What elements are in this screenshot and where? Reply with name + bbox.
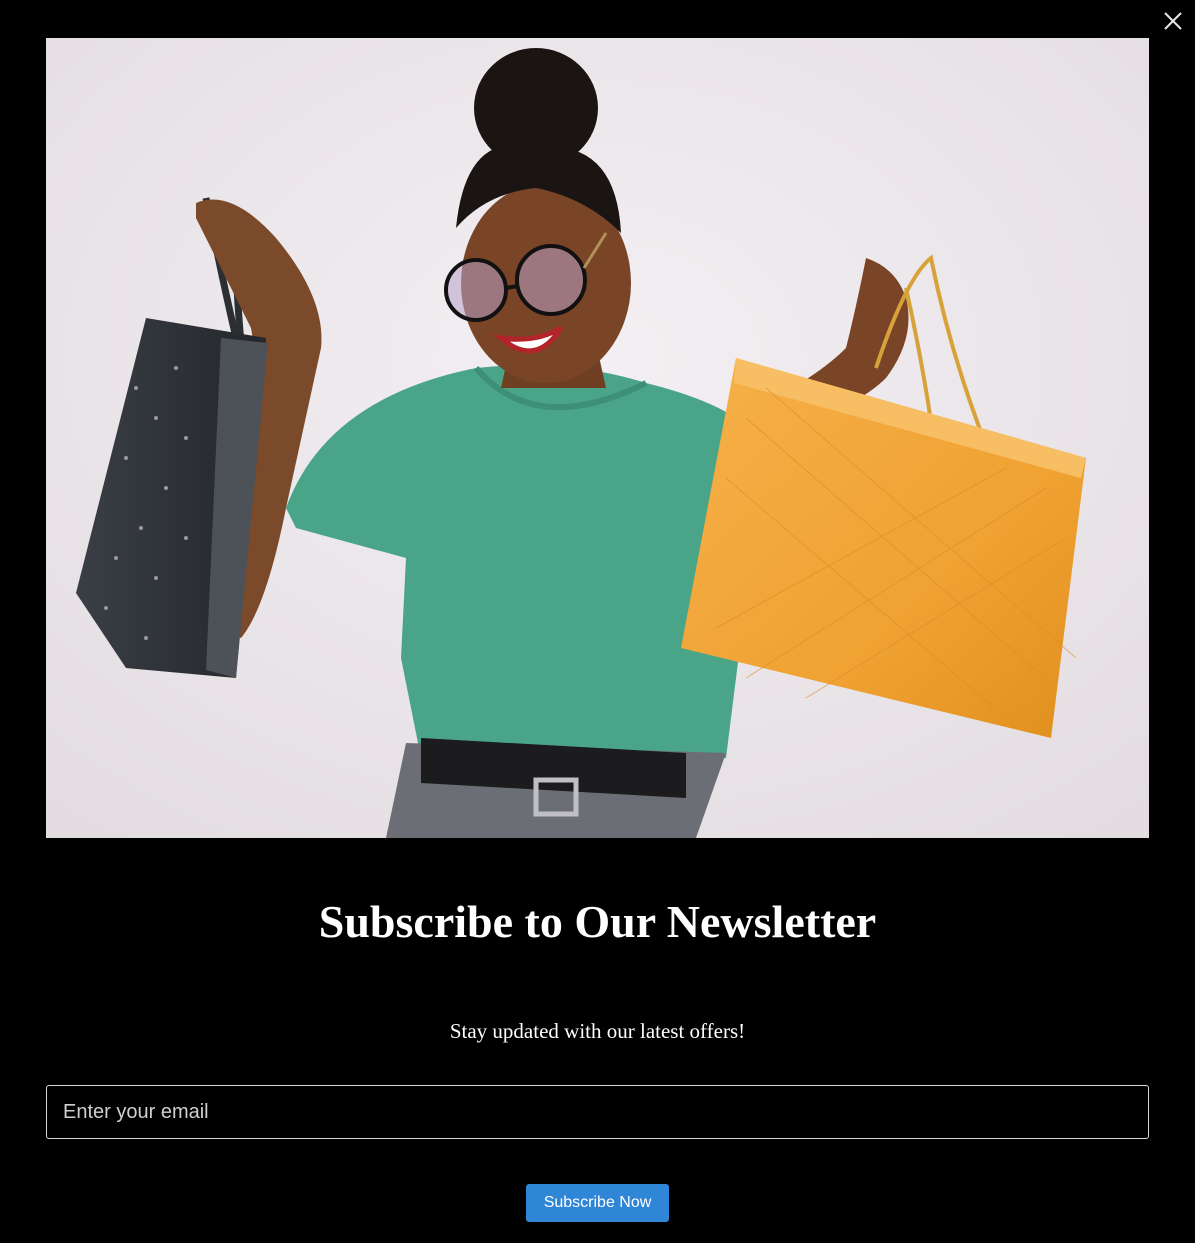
shopping-woman-photo [46,38,1149,838]
newsletter-title: Subscribe to Our Newsletter [318,896,877,947]
email-input[interactable] [46,1085,1149,1139]
close-button[interactable] [1162,10,1184,32]
hero-image [46,38,1149,838]
subscribe-button[interactable]: Subscribe Now [526,1184,669,1222]
newsletter-subtitle: Stay updated with our latest offers! [449,1019,746,1043]
close-icon [1164,12,1182,30]
